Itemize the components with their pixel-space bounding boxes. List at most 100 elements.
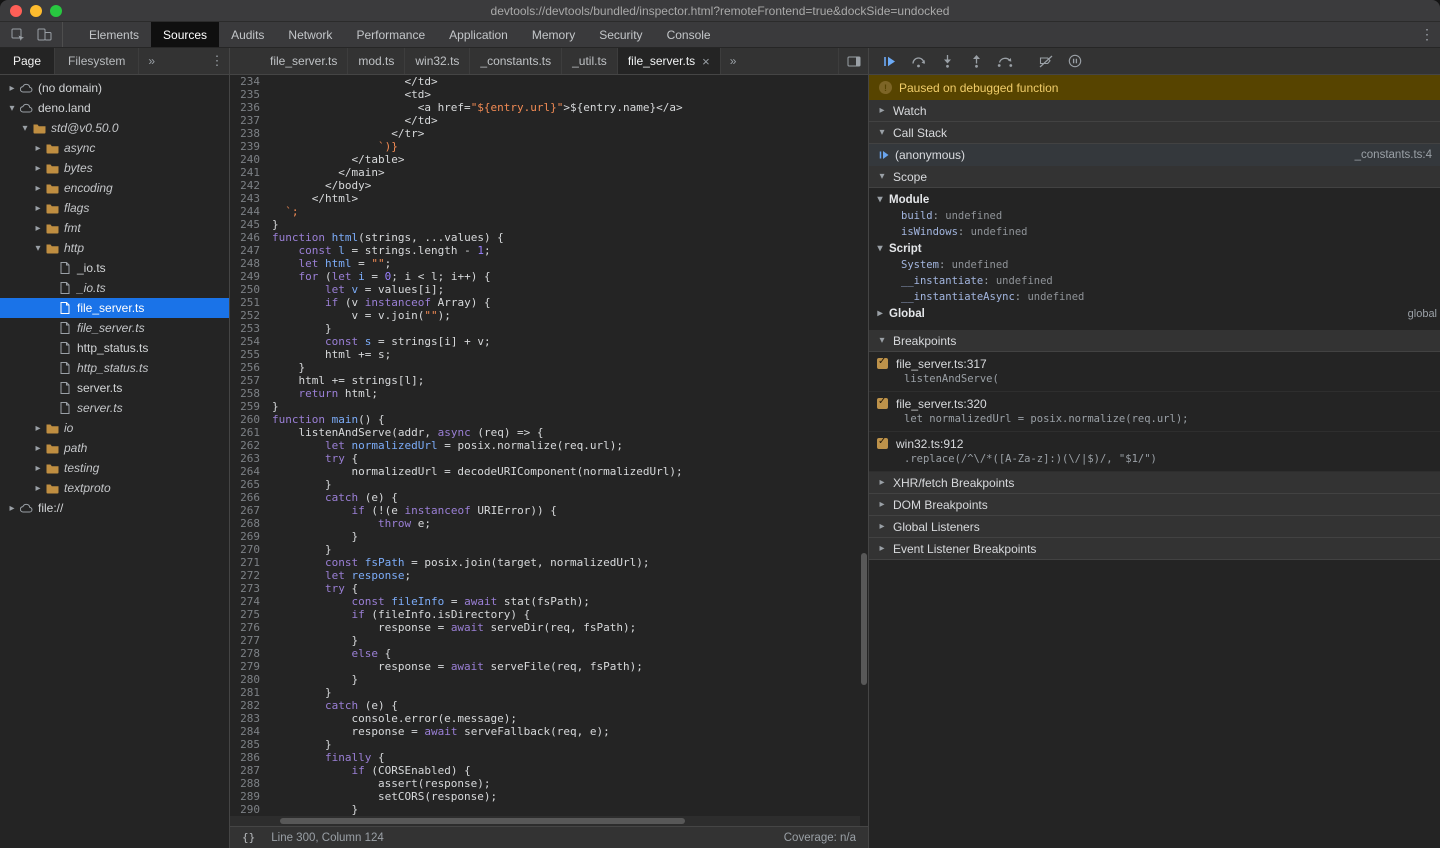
call-stack-frame[interactable]: (anonymous)_constants.ts:4 xyxy=(869,144,1440,166)
line-number[interactable]: 274 xyxy=(230,595,268,608)
collapsed-arrow-icon[interactable]: ▸ xyxy=(32,463,44,474)
file-item-http-status-ts[interactable]: http_status.ts xyxy=(0,358,229,378)
scope-group-global[interactable]: ▸Globalglobal xyxy=(869,305,1440,322)
horizontal-scrollbar-thumb[interactable] xyxy=(280,818,685,824)
more-options-icon[interactable]: ⋮ xyxy=(1414,22,1440,47)
line-number[interactable]: 251 xyxy=(230,296,268,309)
folder-item-path[interactable]: ▸path xyxy=(0,438,229,458)
file-item-io-ts[interactable]: _io.ts xyxy=(0,258,229,278)
line-number[interactable]: 247 xyxy=(230,244,268,257)
line-number[interactable]: 278 xyxy=(230,647,268,660)
section-header-global-listeners[interactable]: ▸Global Listeners xyxy=(869,516,1440,538)
collapsed-arrow-icon[interactable]: ▸ xyxy=(6,503,18,514)
breakpoint-location[interactable]: file_server.ts:320 xyxy=(896,397,987,411)
tab-application[interactable]: Application xyxy=(437,22,520,47)
file-item-server-ts[interactable]: server.ts xyxy=(0,378,229,398)
line-number[interactable]: 259 xyxy=(230,400,268,413)
collapsed-arrow-icon[interactable]: ▸ xyxy=(32,183,44,194)
tab-audits[interactable]: Audits xyxy=(219,22,276,47)
line-number[interactable]: 237 xyxy=(230,114,268,127)
editor-tab-file-server-ts[interactable]: file_server.ts× xyxy=(618,48,721,74)
line-number[interactable]: 277 xyxy=(230,634,268,647)
breakpoint-code-preview[interactable]: listenAndServe( xyxy=(877,372,1432,387)
line-number[interactable]: 238 xyxy=(230,127,268,140)
folder-item-http[interactable]: ▾http xyxy=(0,238,229,258)
collapsed-arrow-icon[interactable]: ▸ xyxy=(32,423,44,434)
editor-tab-win32-ts[interactable]: win32.ts xyxy=(405,48,470,74)
folder-item-encoding[interactable]: ▸encoding xyxy=(0,178,229,198)
collapsed-arrow-icon[interactable]: ▸ xyxy=(6,83,18,94)
line-number[interactable]: 264 xyxy=(230,465,268,478)
breakpoint-location[interactable]: file_server.ts:317 xyxy=(896,357,987,371)
line-number[interactable]: 265 xyxy=(230,478,268,491)
tab-elements[interactable]: Elements xyxy=(77,22,151,47)
line-number[interactable]: 271 xyxy=(230,556,268,569)
editor-tab-util-ts[interactable]: _util.ts xyxy=(562,48,618,74)
line-number[interactable]: 246 xyxy=(230,231,268,244)
line-number[interactable]: 253 xyxy=(230,322,268,335)
section-header-watch[interactable]: ▸Watch xyxy=(869,100,1440,122)
domain-item-deno-land[interactable]: ▾deno.land xyxy=(0,98,229,118)
line-number[interactable]: 266 xyxy=(230,491,268,504)
collapsed-arrow-icon[interactable]: ▸ xyxy=(32,223,44,234)
editor-tab-constants-ts[interactable]: _constants.ts xyxy=(470,48,562,74)
line-number[interactable]: 279 xyxy=(230,660,268,673)
line-number[interactable]: 248 xyxy=(230,257,268,270)
scope-variable[interactable]: __instantiate: undefined xyxy=(869,273,1440,289)
line-number[interactable]: 286 xyxy=(230,751,268,764)
line-number[interactable]: 282 xyxy=(230,699,268,712)
step-icon[interactable] xyxy=(995,51,1015,71)
zoom-window-button[interactable] xyxy=(50,5,62,17)
scope-variable[interactable]: System: undefined xyxy=(869,257,1440,273)
line-number[interactable]: 263 xyxy=(230,452,268,465)
close-window-button[interactable] xyxy=(10,5,22,17)
line-number[interactable]: 245 xyxy=(230,218,268,231)
minimize-window-button[interactable] xyxy=(30,5,42,17)
line-number[interactable]: 234 xyxy=(230,75,268,88)
line-number[interactable]: 268 xyxy=(230,517,268,530)
file-item-file-server-ts[interactable]: file_server.ts xyxy=(0,298,229,318)
navigator-tab-filesystem[interactable]: Filesystem xyxy=(55,48,139,74)
scope-variable[interactable]: __instantiateAsync: undefined xyxy=(869,289,1440,305)
line-number[interactable]: 235 xyxy=(230,88,268,101)
line-number[interactable]: 267 xyxy=(230,504,268,517)
editor-tab-file-server-ts[interactable]: file_server.ts xyxy=(260,48,348,74)
tab-sources[interactable]: Sources xyxy=(151,22,219,47)
horizontal-scrollbar-track[interactable] xyxy=(230,816,860,826)
line-number[interactable]: 280 xyxy=(230,673,268,686)
folder-item-async[interactable]: ▸async xyxy=(0,138,229,158)
panel-toggle-icon[interactable] xyxy=(838,48,868,74)
folder-item-std-v0-50-0[interactable]: ▾std@v0.50.0 xyxy=(0,118,229,138)
tab-performance[interactable]: Performance xyxy=(344,22,437,47)
pause-on-exceptions-icon[interactable] xyxy=(1065,51,1085,71)
domain-item-no-domain[interactable]: ▸(no domain) xyxy=(0,78,229,98)
line-number[interactable]: 275 xyxy=(230,608,268,621)
tab-console[interactable]: Console xyxy=(655,22,723,47)
file-item-http-status-ts[interactable]: http_status.ts xyxy=(0,338,229,358)
breakpoint-checkbox[interactable] xyxy=(877,358,888,369)
frame-location[interactable]: _constants.ts:4 xyxy=(1355,149,1432,161)
line-number[interactable]: 243 xyxy=(230,192,268,205)
folder-item-bytes[interactable]: ▸bytes xyxy=(0,158,229,178)
collapsed-arrow-icon[interactable]: ▸ xyxy=(32,163,44,174)
inspect-element-icon[interactable] xyxy=(5,23,31,47)
collapsed-arrow-icon[interactable]: ▸ xyxy=(32,443,44,454)
tab-security[interactable]: Security xyxy=(587,22,654,47)
line-number[interactable]: 240 xyxy=(230,153,268,166)
section-header-dom-breakpoints[interactable]: ▸DOM Breakpoints xyxy=(869,494,1440,516)
vertical-scrollbar[interactable] xyxy=(861,553,867,685)
editor-tab-mod-ts[interactable]: mod.ts xyxy=(348,48,405,74)
section-header-breakpoints[interactable]: ▾Breakpoints xyxy=(869,330,1440,352)
step-into-icon[interactable] xyxy=(937,51,957,71)
more-editor-tabs-icon[interactable]: » xyxy=(721,48,746,74)
tab-network[interactable]: Network xyxy=(276,22,344,47)
line-number[interactable]: 290 xyxy=(230,803,268,816)
section-header-call-stack[interactable]: ▾Call Stack xyxy=(869,122,1440,144)
collapsed-arrow-icon[interactable]: ▸ xyxy=(32,203,44,214)
line-number[interactable]: 256 xyxy=(230,361,268,374)
tab-memory[interactable]: Memory xyxy=(520,22,587,47)
scope-group-script[interactable]: ▾Script xyxy=(869,240,1440,257)
section-header-scope[interactable]: ▾Scope xyxy=(869,166,1440,188)
section-header-xhr-fetch-breakpoints[interactable]: ▸XHR/fetch Breakpoints xyxy=(869,472,1440,494)
line-number[interactable]: 288 xyxy=(230,777,268,790)
